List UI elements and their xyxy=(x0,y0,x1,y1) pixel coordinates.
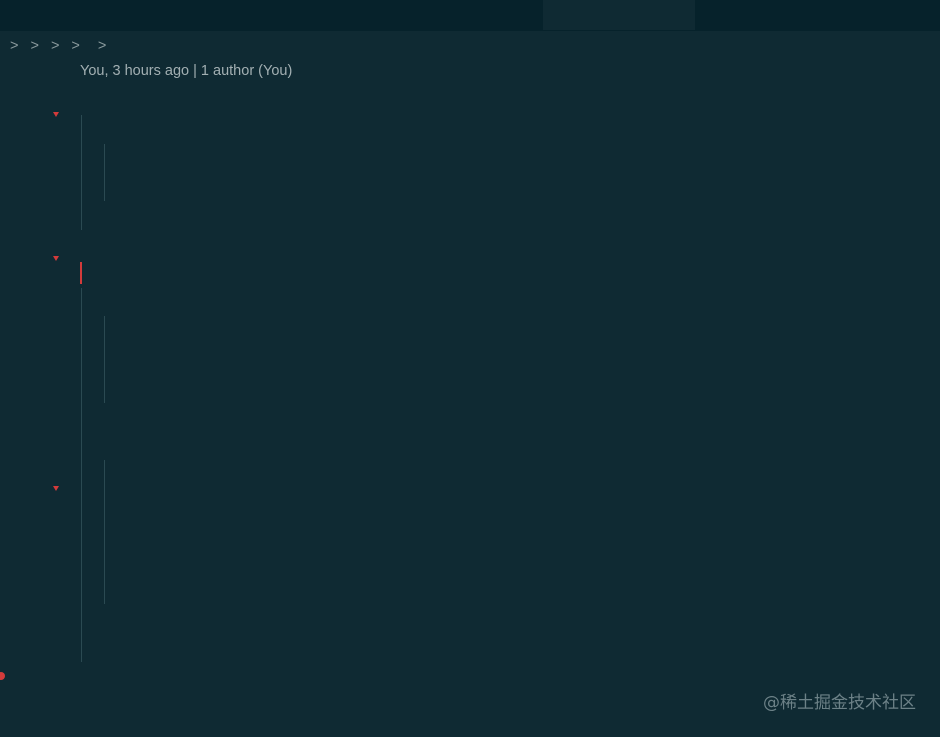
tab-index-tsx-4[interactable] xyxy=(695,0,940,30)
editor-tab-bar xyxy=(0,0,940,31)
indent-guide xyxy=(104,316,105,403)
breadcrumb-separator-icon: > xyxy=(10,38,19,54)
tab-fields-tsx-3[interactable] xyxy=(543,0,695,30)
tab-index-js-1[interactable] xyxy=(135,0,295,30)
gutter-change-marker xyxy=(53,112,59,117)
breadcrumb-separator-icon: > xyxy=(50,38,60,54)
code-content xyxy=(80,259,151,289)
tab-index-tsx-2[interactable] xyxy=(295,0,543,30)
breadcrumb-separator-icon: > xyxy=(71,38,80,54)
breadcrumb-separator-icon: > xyxy=(97,38,107,54)
watermark: @稀土掘金技术社区 xyxy=(763,693,916,713)
code-token xyxy=(80,261,82,284)
gutter-change-marker xyxy=(53,486,59,492)
breadcrumb-separator-icon: > xyxy=(30,38,39,54)
indent-guide xyxy=(104,460,105,605)
breadcrumb: > > > > > xyxy=(4,36,112,56)
indent-guide xyxy=(81,287,82,662)
indent-guide xyxy=(104,143,105,202)
code-editor[interactable] xyxy=(0,86,940,706)
tab-menus-tsx-0[interactable] xyxy=(0,0,135,30)
gutter-change-marker xyxy=(53,256,59,261)
codelens-blame[interactable]: You, 3 hours ago | 1 author (You) xyxy=(80,63,292,79)
indent-guide xyxy=(81,114,82,230)
code-line xyxy=(0,259,940,288)
